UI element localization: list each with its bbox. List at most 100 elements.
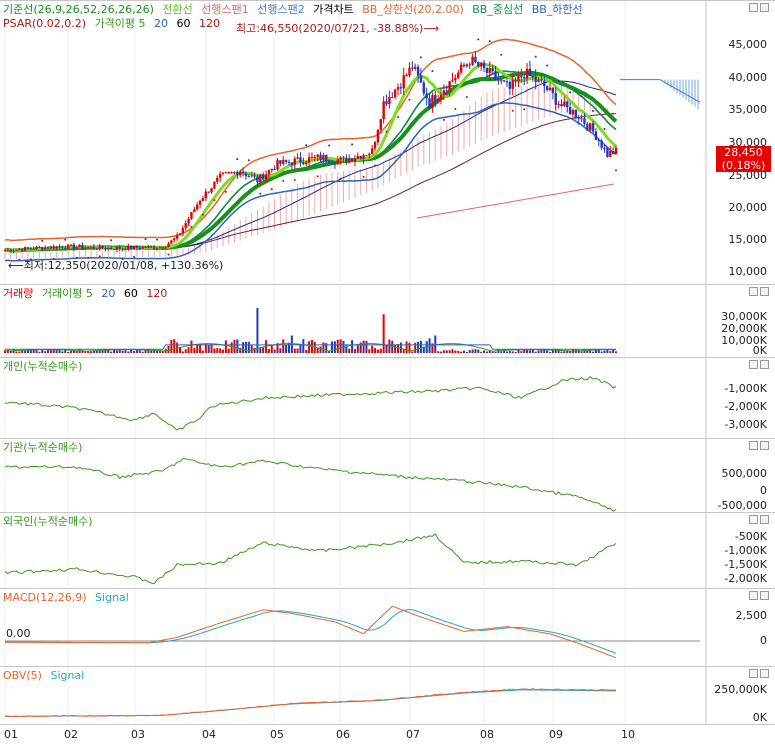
legend-obv-signal[interactable]: Signal [50, 669, 84, 682]
candle-body [207, 191, 210, 193]
legend-obv[interactable]: OBV(5) [3, 669, 42, 682]
close-icon[interactable] [760, 515, 769, 524]
volume-bar [351, 340, 354, 353]
candle-body [497, 79, 500, 81]
volume-bar [368, 349, 371, 353]
volume-bar [181, 351, 184, 353]
legend-ma5[interactable]: 가격이평 5 [95, 17, 146, 30]
volume-bar [121, 350, 124, 353]
candle-body [580, 118, 583, 120]
minimize-icon[interactable] [749, 515, 758, 524]
volume-bar [411, 351, 414, 353]
minimize-icon[interactable] [749, 441, 758, 450]
legend-psar[interactable]: PSAR(0.02,0.2) [3, 17, 86, 30]
psar-dot [339, 177, 342, 180]
foreign-line [4, 533, 617, 585]
legend-vol-ma60[interactable]: 60 [124, 287, 138, 300]
legend-span2[interactable]: 선행스팬2 [257, 3, 304, 16]
institution-chart-svg [4, 439, 707, 513]
candle-body [399, 87, 403, 89]
volume-bar [408, 342, 411, 353]
legend-tenkan[interactable]: 전환선 [162, 3, 192, 16]
candle-body [408, 67, 411, 76]
candle-body [86, 247, 90, 249]
candle-body [336, 159, 339, 164]
legend-vol-ma120[interactable]: 120 [146, 287, 167, 300]
candle-body [606, 147, 609, 157]
legend-foreign[interactable]: 외국인(누적순매수) [3, 515, 93, 528]
legend-macd[interactable]: MACD(12,26,9) [3, 591, 87, 604]
close-icon[interactable] [760, 441, 769, 450]
candle-body [534, 76, 537, 83]
candle-body [353, 158, 357, 162]
candle-body [109, 247, 113, 249]
candle-body [603, 147, 606, 149]
macd-signal-line [4, 609, 617, 654]
legend-vol-ma20[interactable]: 20 [101, 287, 115, 300]
volume-bar [21, 350, 24, 353]
volume-bar [514, 351, 517, 353]
price-pane: 기준선(26,9,26,52,26,26,26) 전환선 선행스팬1 선행스팬2… [0, 0, 775, 285]
candle-body [164, 247, 167, 249]
legend-kijun[interactable]: 기준선(26,9,26,52,26,26,26) [3, 3, 154, 16]
candle-body [158, 247, 162, 249]
legend-price-chart[interactable]: 가격차트 [313, 3, 353, 16]
volume-bar [460, 351, 463, 353]
close-icon[interactable] [760, 360, 769, 369]
candle-body [184, 223, 187, 229]
legend-bb-mid[interactable]: BB_중심선 [472, 3, 523, 16]
volume-bar [207, 345, 210, 353]
volume-bar [353, 349, 356, 353]
minimize-icon[interactable] [749, 287, 758, 296]
candle-body [241, 171, 245, 174]
minimize-icon[interactable] [749, 3, 758, 12]
minimize-icon[interactable] [749, 669, 758, 678]
close-icon[interactable] [760, 669, 769, 678]
candle-body [107, 247, 110, 250]
volume-bar [90, 351, 93, 353]
candle-body [218, 173, 222, 178]
legend-span1[interactable]: 선행스팬1 [201, 3, 248, 16]
current-change: (0.18%) [721, 159, 766, 172]
legend-ma120[interactable]: 120 [199, 17, 220, 30]
candle-body [201, 198, 205, 201]
institution-tick: 0 [760, 484, 767, 497]
volume-bar [474, 349, 477, 353]
candle-body [419, 75, 423, 83]
volume-bar [546, 350, 549, 353]
close-icon[interactable] [760, 591, 769, 600]
legend-volume[interactable]: 거래량 [3, 287, 33, 300]
volume-bar [267, 348, 270, 353]
institution-line [4, 458, 617, 512]
volume-bar [67, 351, 70, 353]
candle-body [253, 175, 256, 177]
volume-bar [167, 345, 170, 353]
individual-chart-svg [4, 358, 707, 439]
legend-macd-signal[interactable]: Signal [95, 591, 129, 604]
legend-ma20[interactable]: 20 [154, 17, 168, 30]
candle-body [356, 155, 360, 159]
minimize-icon[interactable] [749, 591, 758, 600]
psar-dot [465, 96, 468, 99]
psar-dot [41, 239, 44, 242]
candle-body [376, 129, 380, 143]
candle-body [508, 81, 512, 89]
legend-individual[interactable]: 개인(누적순매수) [3, 360, 82, 373]
foreign-legend: 외국인(누적순매수) [3, 515, 98, 529]
legend-bb-lower[interactable]: BB_하한선 [532, 3, 583, 16]
close-icon[interactable] [760, 3, 769, 12]
legend-bb-upper[interactable]: BB_상한선(20,2.00) [362, 3, 464, 16]
volume-bar [173, 339, 176, 353]
minimize-icon[interactable] [749, 360, 758, 369]
volume-bar [170, 339, 173, 353]
candle-body [224, 172, 228, 174]
legend-institution[interactable]: 기관(누적순매수) [3, 441, 82, 454]
candle-body [135, 246, 139, 248]
volume-bar [362, 340, 365, 353]
legend-vol-ma5[interactable]: 거래이평 5 [42, 287, 93, 300]
volume-bar [322, 342, 325, 353]
volume-bar [222, 349, 225, 353]
legend-ma60[interactable]: 60 [177, 17, 191, 30]
candle-body [6, 249, 10, 251]
close-icon[interactable] [760, 287, 769, 296]
